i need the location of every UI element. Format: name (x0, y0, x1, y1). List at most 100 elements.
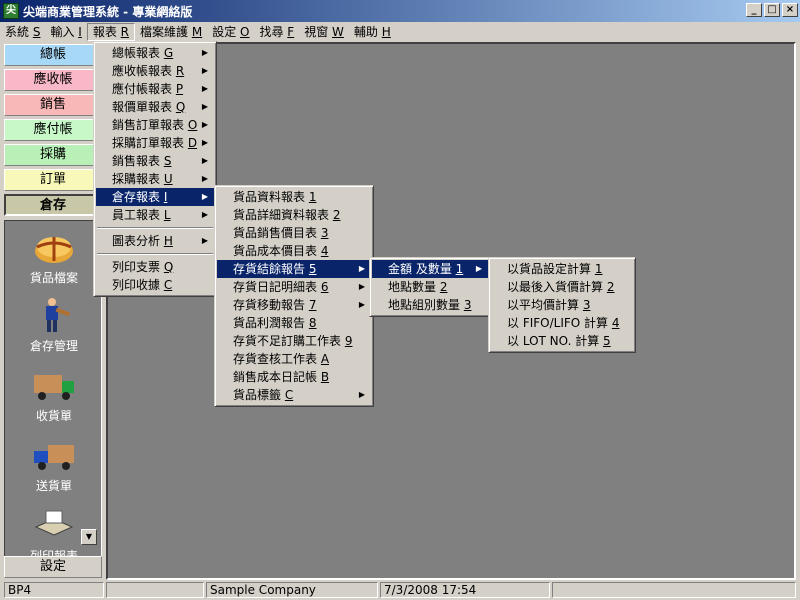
menu-item-label: 貨品成本價目表 4 (233, 244, 329, 258)
report-menu-item-4[interactable]: 銷售訂單報表 O ▶ (96, 116, 214, 134)
inventory-menu-item-3[interactable]: 貨品成本價目表 4 (217, 242, 371, 260)
inventory-menu-item-8[interactable]: 存貨不足訂購工作表 9 (217, 332, 371, 350)
menu-6[interactable]: 視窗 W (299, 23, 349, 41)
report-menu-item-1[interactable]: 應收帳報表 R ▶ (96, 62, 214, 80)
menu-separator (97, 253, 213, 255)
report-menu-item-7[interactable]: 採購報表 U ▶ (96, 170, 214, 188)
menu-1[interactable]: 輸入 I (45, 23, 86, 41)
settings-button[interactable]: 設定 (4, 556, 102, 578)
status-datetime: 7/3/2008 17:54 (380, 582, 550, 598)
menu-item-label: 存貨日記明細表 6 (233, 280, 329, 294)
balance-menu-item-0[interactable]: 金額 及數量 1 ▶ (372, 260, 488, 278)
category-button-5[interactable]: 訂單 (4, 169, 102, 191)
menu-item-label: 列印收據 C (112, 278, 173, 292)
close-button[interactable]: × (782, 3, 798, 17)
menu-7[interactable]: 輔助 H (349, 23, 396, 41)
module-icon-panel: 貨品檔案 倉存管理 收貨單 送貨單 列印報表 ▼ (4, 220, 102, 558)
menu-item-label: 存貨不足訂購工作表 9 (233, 334, 353, 348)
menu-label: 系統 S (5, 25, 41, 39)
report-menu-item-14[interactable]: 列印收據 C (96, 276, 214, 294)
menu-item-label: 以平均價計算 3 (507, 298, 591, 312)
icon-label: 倉存管理 (29, 339, 78, 353)
menu-item-label: 應付帳報表 P (112, 82, 184, 96)
balance-menu-item-2[interactable]: 地點組別數量 3 (372, 296, 488, 314)
menu-item-label: 應收帳報表 R (112, 64, 185, 78)
title-bar[interactable]: 尖 尖端商業管理系統 - 專業網絡版 _ □ × (0, 0, 800, 22)
category-button-3[interactable]: 應付帳 (4, 119, 102, 141)
menu-item-label: 圖表分析 H (112, 234, 173, 248)
inventory-menu-item-4[interactable]: 存貨結餘報告 5 ▶ (217, 260, 371, 278)
icon-item-delivery[interactable]: 送貨單 (5, 437, 101, 494)
menu-label: 報表 R (92, 25, 129, 39)
icon-item-receiving[interactable]: 收貨單 (5, 367, 101, 424)
inventory-menu-item-7[interactable]: 貨品利潤報告 8 (217, 314, 371, 332)
report-menu-item-9[interactable]: 員工報表 L ▶ (96, 206, 214, 224)
menu-2[interactable]: 報表 R (86, 23, 135, 41)
menu-item-label: 貨品資料報表 1 (233, 190, 317, 204)
submenu-arrow-icon: ▶ (201, 48, 208, 57)
calc-menu-item-1[interactable]: 以最後入貨價計算 2 (491, 278, 633, 296)
report-menu-item-6[interactable]: 銷售報表 S ▶ (96, 152, 214, 170)
menu-label: 檔案維護 M (140, 25, 203, 39)
inventory-menu-item-10[interactable]: 銷售成本日記帳 B (217, 368, 371, 386)
inventory-menu-item-6[interactable]: 存貨移動報告 7 ▶ (217, 296, 371, 314)
status-blank (106, 582, 204, 598)
menu-item-label: 銷售報表 S (112, 154, 172, 168)
category-button-1[interactable]: 應收帳 (4, 69, 102, 91)
report-menu-item-11[interactable]: 圖表分析 H ▶ (96, 232, 214, 250)
category-button-6[interactable]: 倉存 (4, 194, 102, 216)
calc-menu-item-2[interactable]: 以平均價計算 3 (491, 296, 633, 314)
submenu-arrow-icon: ▶ (201, 102, 208, 111)
inventory-menu-item-0[interactable]: 貨品資料報表 1 (217, 188, 371, 206)
status-bar: BP4 Sample Company 7/3/2008 17:54 (0, 580, 800, 600)
menu-4[interactable]: 設定 O (207, 23, 254, 41)
menu-5[interactable]: 找尋 F (254, 23, 299, 41)
inventory-menu-item-2[interactable]: 貨品銷售價目表 3 (217, 224, 371, 242)
report-menu-item-5[interactable]: 採購訂單報表 D ▶ (96, 134, 214, 152)
menu-3[interactable]: 檔案維護 M (135, 23, 207, 41)
icon-item-products[interactable]: 貨品檔案 (5, 229, 101, 286)
app-icon[interactable]: 尖 (3, 3, 19, 19)
menu-label: 輔助 H (353, 25, 391, 39)
menu-0[interactable]: 系統 S (0, 23, 45, 41)
category-button-4[interactable]: 採購 (4, 144, 102, 166)
icon-label: 送貨單 (35, 479, 72, 493)
category-button-2[interactable]: 銷售 (4, 94, 102, 116)
menu-item-label: 貨品利潤報告 8 (233, 316, 317, 330)
status-user: BP4 (4, 582, 104, 598)
inventory-menu-item-11[interactable]: 貨品標籤 C ▶ (217, 386, 371, 404)
report-menu-item-0[interactable]: 總帳報表 G ▶ (96, 44, 214, 62)
inventory-menu-item-1[interactable]: 貨品詳細資料報表 2 (217, 206, 371, 224)
menu-bar: 系統 S 輸入 I 報表 R 檔案維護 M 設定 O 找尋 F 視窗 W 輔助 H (0, 22, 800, 42)
icon-item-inventory[interactable]: 倉存管理 (5, 297, 101, 354)
menu-item-label: 貨品標籤 C (233, 388, 294, 402)
minimize-button[interactable]: _ (746, 3, 762, 17)
inventory-menu-item-9[interactable]: 存貨查核工作表 A (217, 350, 371, 368)
calc-menu-item-0[interactable]: 以貨品設定計算 1 (491, 260, 633, 278)
menu-item-label: 貨品銷售價目表 3 (233, 226, 329, 240)
status-extra (552, 582, 796, 598)
calc-menu-item-3[interactable]: 以 FIFO/LIFO 計算 4 (491, 314, 633, 332)
submenu-arrow-icon: ▶ (201, 138, 208, 147)
submenu-arrow-icon: ▶ (358, 264, 365, 273)
inventory-report-menu: 貨品資料報表 1 貨品詳細資料報表 2 貨品銷售價目表 3 貨品成本價目表 4 存貨結餘… (214, 185, 374, 407)
maximize-button[interactable]: □ (764, 3, 780, 17)
menu-item-label: 存貨結餘報告 5 (233, 262, 317, 276)
balance-menu-item-1[interactable]: 地點數量 2 (372, 278, 488, 296)
scroll-down-button[interactable]: ▼ (81, 529, 97, 545)
report-menu-item-3[interactable]: 報價單報表 Q ▶ (96, 98, 214, 116)
menu-item-label: 總帳報表 G (112, 46, 174, 60)
menu-item-label: 員工報表 L (112, 208, 171, 222)
report-menu-item-2[interactable]: 應付帳報表 P ▶ (96, 80, 214, 98)
menu-item-label: 地點數量 2 (388, 280, 448, 294)
menu-item-label: 列印支票 Q (112, 260, 174, 274)
calculation-method-menu: 以貨品設定計算 1 以最後入貨價計算 2 以平均價計算 3 以 FIFO/LIFO 計… (488, 257, 636, 353)
window-title: 尖端商業管理系統 - 專業網絡版 (23, 4, 193, 19)
report-menu-item-13[interactable]: 列印支票 Q (96, 258, 214, 276)
inventory-menu-item-5[interactable]: 存貨日記明細表 6 ▶ (217, 278, 371, 296)
menu-item-label: 倉存報表 I (112, 190, 168, 204)
report-menu-item-8[interactable]: 倉存報表 I ▶ (96, 188, 214, 206)
calc-menu-item-4[interactable]: 以 LOT NO. 計算 5 (491, 332, 633, 350)
category-button-0[interactable]: 總帳 (4, 44, 102, 66)
menu-item-label: 以 FIFO/LIFO 計算 4 (507, 316, 620, 330)
